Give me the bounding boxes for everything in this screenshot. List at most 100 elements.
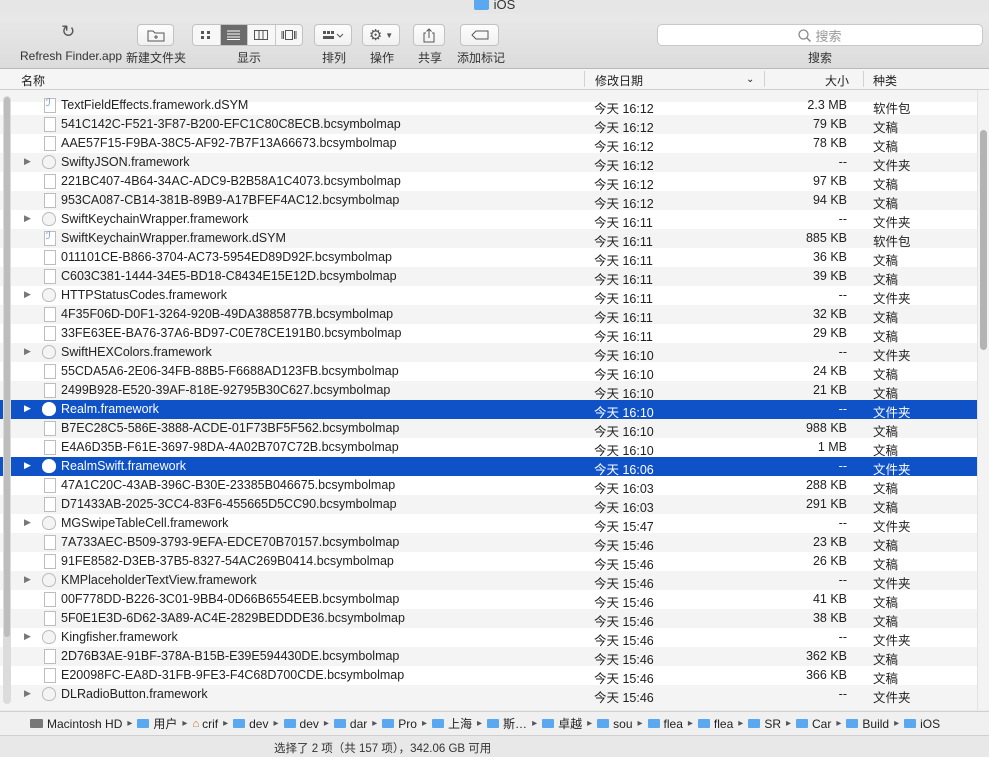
column-date[interactable]: 修改日期 xyxy=(595,72,643,89)
table-row[interactable]: E20098FC-EA8D-31FB-9FE3-F4C68D700CDE.bcs… xyxy=(0,666,977,686)
refresh-icon[interactable]: ↻ xyxy=(61,22,75,42)
arrange-button[interactable] xyxy=(314,24,352,46)
table-row[interactable]: AAE57F15-F9BA-38C5-AF92-7B7F13A66673.bcs… xyxy=(0,134,977,154)
table-row[interactable]: ▶ SwiftHEXColors.framework 今天 16:10 -- 文件夹 xyxy=(0,343,977,363)
table-row[interactable]: SwiftKeychainWrapper.framework.dSYM今天 16… xyxy=(0,229,977,249)
path-crumb[interactable]: ▸ flea xyxy=(683,717,733,731)
disclosure-triangle-icon[interactable]: ▶ xyxy=(24,289,31,300)
table-row[interactable]: 011101CE-B866-3704-AC73-5954ED89D92F.bcs… xyxy=(0,248,977,268)
gallery-icon xyxy=(281,30,297,40)
table-row[interactable]: 47A1C20C-43AB-396C-B30E-23385B046675.bcs… xyxy=(0,476,977,496)
column-name[interactable]: 名称 xyxy=(21,72,45,89)
path-crumb[interactable]: ▸ 卓越 xyxy=(527,715,582,732)
gallery-view-button[interactable] xyxy=(276,25,303,45)
table-row[interactable]: C603C381-1444-34E5-BD18-C8434E15E12D.bcs… xyxy=(0,267,977,287)
path-crumb[interactable]: ▸ dev xyxy=(268,717,318,731)
table-row[interactable]: ▶ RealmSwift.framework 今天 16:06 -- 文件夹 xyxy=(0,457,977,477)
table-row[interactable]: TextFieldEffects.framework.dSYM今天 16:122… xyxy=(0,96,977,116)
table-row[interactable]: ▶ DLRadioButton.framework 今天 15:46 -- 文件夹 xyxy=(0,685,977,705)
column-kind[interactable]: 种类 xyxy=(873,72,897,89)
new-folder-button[interactable] xyxy=(137,24,174,46)
disclosure-triangle-icon[interactable]: ▶ xyxy=(24,213,31,224)
disclosure-triangle-icon[interactable]: ▶ xyxy=(24,346,31,357)
table-row[interactable]: 33FE63EE-BA76-37A6-BD97-C0E78CE191B0.bcs… xyxy=(0,324,977,344)
folder-icon xyxy=(432,719,444,728)
table-row[interactable]: 953CA087-CB14-381B-89B9-A17BFEF4AC12.bcs… xyxy=(0,191,977,211)
file-name: Realm.framework xyxy=(61,402,159,416)
vertical-scrollbar[interactable] xyxy=(977,90,989,710)
path-crumb[interactable]: ▸ 用户 xyxy=(122,715,177,732)
column-divider[interactable] xyxy=(584,71,585,87)
file-size: 988 KB xyxy=(805,421,847,435)
path-crumb-label: sou xyxy=(613,716,633,731)
column-size[interactable]: 大小 xyxy=(825,72,849,89)
column-divider[interactable] xyxy=(764,71,765,87)
folder-icon xyxy=(597,719,610,728)
file-name: Kingfisher.framework xyxy=(61,630,178,644)
table-row[interactable]: 7A733AEC-B509-3793-9EFA-EDCE70B70157.bcs… xyxy=(0,533,977,553)
icon-view-button[interactable] xyxy=(193,25,221,45)
table-row[interactable] xyxy=(0,704,977,710)
table-row[interactable]: D71433AB-2025-3CC4-83F6-455665D5CC90.bcs… xyxy=(0,495,977,515)
path-crumb[interactable]: Macintosh HD xyxy=(30,717,122,731)
column-divider[interactable] xyxy=(863,71,864,87)
file-size: 288 KB xyxy=(805,478,847,492)
table-row[interactable]: ▶ HTTPStatusCodes.framework 今天 16:11 -- 文件夹 xyxy=(0,286,977,306)
file-name: DLRadioButton.framework xyxy=(61,687,208,701)
framework-icon xyxy=(42,345,56,359)
scrollbar-thumb[interactable] xyxy=(980,130,987,350)
dsym-package-icon xyxy=(44,98,56,113)
path-crumb[interactable]: ▸ dev xyxy=(218,717,268,731)
table-row[interactable]: ▶ SwiftKeychainWrapper.framework 今天 16:11-… xyxy=(0,210,977,230)
sort-chevron-icon[interactable]: ⌄ xyxy=(746,74,754,85)
table-row[interactable]: ▶ SwiftyJSON.framework 今天 16:12 -- 文件夹 xyxy=(0,153,977,173)
path-crumb[interactable]: ▸ iOS xyxy=(889,717,940,731)
table-row[interactable]: ▶ Kingfisher.framework 今天 15:46 -- 文件夹 xyxy=(0,628,977,648)
path-crumb[interactable]: ▸ 上海 xyxy=(417,715,472,732)
path-crumb[interactable]: ▸ dar xyxy=(319,717,367,731)
path-crumb[interactable]: ▸ 斯… xyxy=(472,715,527,732)
table-row[interactable]: 5F0E1E3D-6D62-3A89-AC4E-2829BEDDDE36.bcs… xyxy=(0,609,977,629)
disclosure-triangle-icon[interactable]: ▶ xyxy=(24,631,31,642)
file-size: 94 KB xyxy=(812,193,847,207)
search-field[interactable]: 搜索 xyxy=(657,24,983,46)
disclosure-triangle-icon[interactable]: ▶ xyxy=(24,403,31,414)
path-crumb[interactable]: ▸ Car xyxy=(781,717,831,731)
add-tag-button[interactable] xyxy=(460,24,499,46)
disclosure-triangle-icon[interactable]: ▶ xyxy=(24,517,31,528)
sidebar-scrollbar[interactable] xyxy=(3,96,11,704)
table-row[interactable]: 00F778DD-B226-3C01-9BB4-0D66B6554EEB.bcs… xyxy=(0,590,977,610)
path-crumb[interactable]: ▸ flea xyxy=(633,717,683,731)
table-row[interactable]: 2499B928-E520-39AF-818E-92795B30C627.bcs… xyxy=(0,381,977,401)
table-row[interactable]: 221BC407-4B64-34AC-ADC9-B2B58A1C4073.bcs… xyxy=(0,172,977,192)
path-crumb[interactable]: ▸ SR xyxy=(733,717,781,731)
file-list: TextFieldEffects.framework.dSYM今天 16:122… xyxy=(0,90,977,710)
path-crumb[interactable]: ▸ Build xyxy=(831,717,889,731)
table-row[interactable]: 91FE8582-D3EB-37B5-8327-54AC269B0414.bcs… xyxy=(0,552,977,572)
disclosure-triangle-icon[interactable]: ▶ xyxy=(24,460,31,471)
document-icon xyxy=(44,326,56,341)
disclosure-triangle-icon[interactable]: ▶ xyxy=(24,156,31,167)
disclosure-triangle-icon[interactable]: ▶ xyxy=(24,574,31,585)
file-name: C603C381-1444-34E5-BD18-C8434E15E12D.bcs… xyxy=(61,269,397,283)
table-row[interactable]: ▶ KMPlaceholderTextView.framework 今天 15:46… xyxy=(0,571,977,591)
table-row[interactable]: 55CDA5A6-2E06-34FB-88B5-F6688AD123FB.bcs… xyxy=(0,362,977,382)
table-row[interactable]: 4F35F06D-D0F1-3264-920B-49DA3885877B.bcs… xyxy=(0,305,977,325)
table-row[interactable]: ▶ MGSwipeTableCell.framework 今天 15:47 -- 文件夹 xyxy=(0,514,977,534)
disclosure-triangle-icon[interactable]: ▶ xyxy=(24,688,31,699)
table-row[interactable]: 541C142C-F521-3F87-B200-EFC1C80C8ECB.bcs… xyxy=(0,115,977,135)
action-button[interactable]: ⚙ ▼ xyxy=(362,24,400,46)
path-crumb[interactable]: ▸ sou xyxy=(582,717,632,731)
path-crumb[interactable]: ▸ ⌂ crif xyxy=(177,717,218,731)
table-row[interactable]: ▶ Realm.framework 今天 16:10 -- 文件夹 xyxy=(0,400,977,420)
table-row[interactable]: 2D76B3AE-91BF-378A-B15B-E39E594430DE.bcs… xyxy=(0,647,977,667)
list-view-button[interactable] xyxy=(220,25,248,45)
table-row[interactable]: E4A6D35B-F61E-3697-98DA-4A02B707C72B.bcs… xyxy=(0,438,977,458)
table-row[interactable]: B7EC28C5-586E-3888-ACDE-01F73BF5F562.bcs… xyxy=(0,419,977,439)
path-crumb-label: Macintosh HD xyxy=(47,716,123,731)
share-button[interactable] xyxy=(413,24,445,46)
column-view-button[interactable] xyxy=(248,25,276,45)
file-size: 1 MB xyxy=(817,440,847,454)
refresh-finder-label[interactable]: Refresh Finder.app xyxy=(20,49,122,63)
path-crumb[interactable]: ▸ Pro xyxy=(367,717,417,731)
